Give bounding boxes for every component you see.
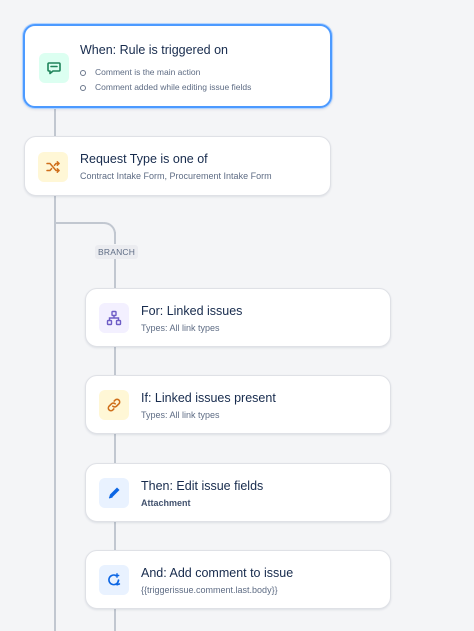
connector-branch-horizontal — [55, 222, 105, 224]
for-linked-issues-card[interactable]: For: Linked issues Types: All link types — [85, 288, 391, 347]
hierarchy-icon — [99, 303, 129, 333]
then-title: Then: Edit issue fields — [141, 479, 264, 493]
condition-title: Request Type is one of — [80, 152, 208, 166]
trigger-bullet-1: Comment is the main action — [80, 67, 200, 77]
condition-subtitle: Contract Intake Form, Procurement Intake… — [80, 171, 272, 181]
if-title: If: Linked issues present — [141, 391, 276, 405]
branch-label: BRANCH — [95, 245, 139, 259]
if-subtitle: Types: All link types — [141, 410, 220, 420]
connector-branch-vertical — [114, 232, 116, 244]
for-title: For: Linked issues — [141, 304, 243, 318]
and-subtitle: {{triggerissue.comment.last.body}} — [141, 585, 278, 595]
then-edit-issue-fields-card[interactable]: Then: Edit issue fields Attachment — [85, 463, 391, 522]
link-icon — [99, 390, 129, 420]
comment-add-icon — [99, 565, 129, 595]
trigger-bullet-2: Comment added while editing issue fields — [80, 82, 251, 92]
scrollbar[interactable] — [468, 0, 474, 631]
trigger-title: When: Rule is triggered on — [80, 43, 228, 57]
trigger-card[interactable]: When: Rule is triggered on Comment is th… — [23, 24, 332, 108]
then-subtitle: Attachment — [141, 498, 191, 508]
condition-card[interactable]: Request Type is one of Contract Intake F… — [24, 136, 331, 196]
comment-icon — [39, 53, 69, 83]
for-subtitle: Types: All link types — [141, 323, 220, 333]
and-title: And: Add comment to issue — [141, 566, 294, 580]
if-linked-issues-present-card[interactable]: If: Linked issues present Types: All lin… — [85, 375, 391, 434]
pencil-icon — [99, 478, 129, 508]
and-add-comment-card[interactable]: And: Add comment to issue {{triggerissue… — [85, 550, 391, 609]
shuffle-icon — [38, 152, 68, 182]
